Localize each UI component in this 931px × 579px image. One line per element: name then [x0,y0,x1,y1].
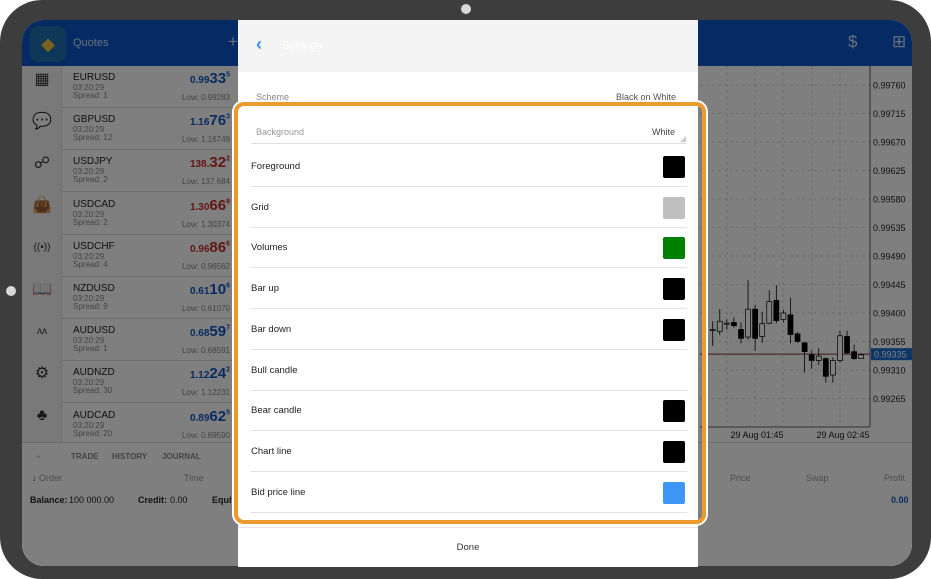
color-row-label: Bull candle [251,364,298,376]
color-row[interactable]: Bar up [251,269,687,310]
chevron-left-icon[interactable]: ‹ [256,34,262,55]
color-row-label: Bid price line [251,486,306,498]
color-swatch[interactable] [663,196,685,219]
color-row-label: Grid [251,201,269,213]
dialog-title: Settings [282,40,322,52]
done-button[interactable]: Done [238,527,698,567]
color-swatch[interactable] [663,400,685,423]
background-dropdown[interactable]: Background White [251,118,687,144]
color-row-label: Foreground [251,161,301,172]
color-row-label: Volumes [251,242,288,254]
color-row[interactable]: Bull candle [251,351,687,391]
color-row-label: Chart line [251,445,292,457]
color-swatch[interactable] [663,318,685,341]
dropdown-corner-icon [680,136,686,142]
color-row[interactable]: Grid [251,188,687,228]
scheme-label: Scheme [256,92,290,102]
color-row[interactable]: Bar down [251,310,687,350]
color-swatch[interactable] [663,481,685,504]
color-swatch[interactable] [663,156,685,178]
color-swatch[interactable] [663,237,685,260]
background-label: Background [256,127,305,137]
camera-dot [461,4,471,14]
scheme-value: Black on White [615,92,676,102]
color-row[interactable]: Bid price line [251,473,687,513]
color-row[interactable]: Chart line [251,432,687,472]
home-button [6,286,16,296]
color-row[interactable]: Foreground [251,147,687,187]
color-row[interactable]: Volumes [251,228,687,269]
color-swatch[interactable] [663,278,685,301]
color-row[interactable]: Bear candle [251,391,687,432]
scheme-row[interactable]: Scheme Black on White [256,92,676,102]
color-row-label: Bear candle [251,405,302,417]
color-row-label: Bar up [251,283,279,295]
background-value: White [651,127,675,137]
color-row-label: Bar down [251,323,292,335]
color-swatch[interactable] [663,440,685,463]
